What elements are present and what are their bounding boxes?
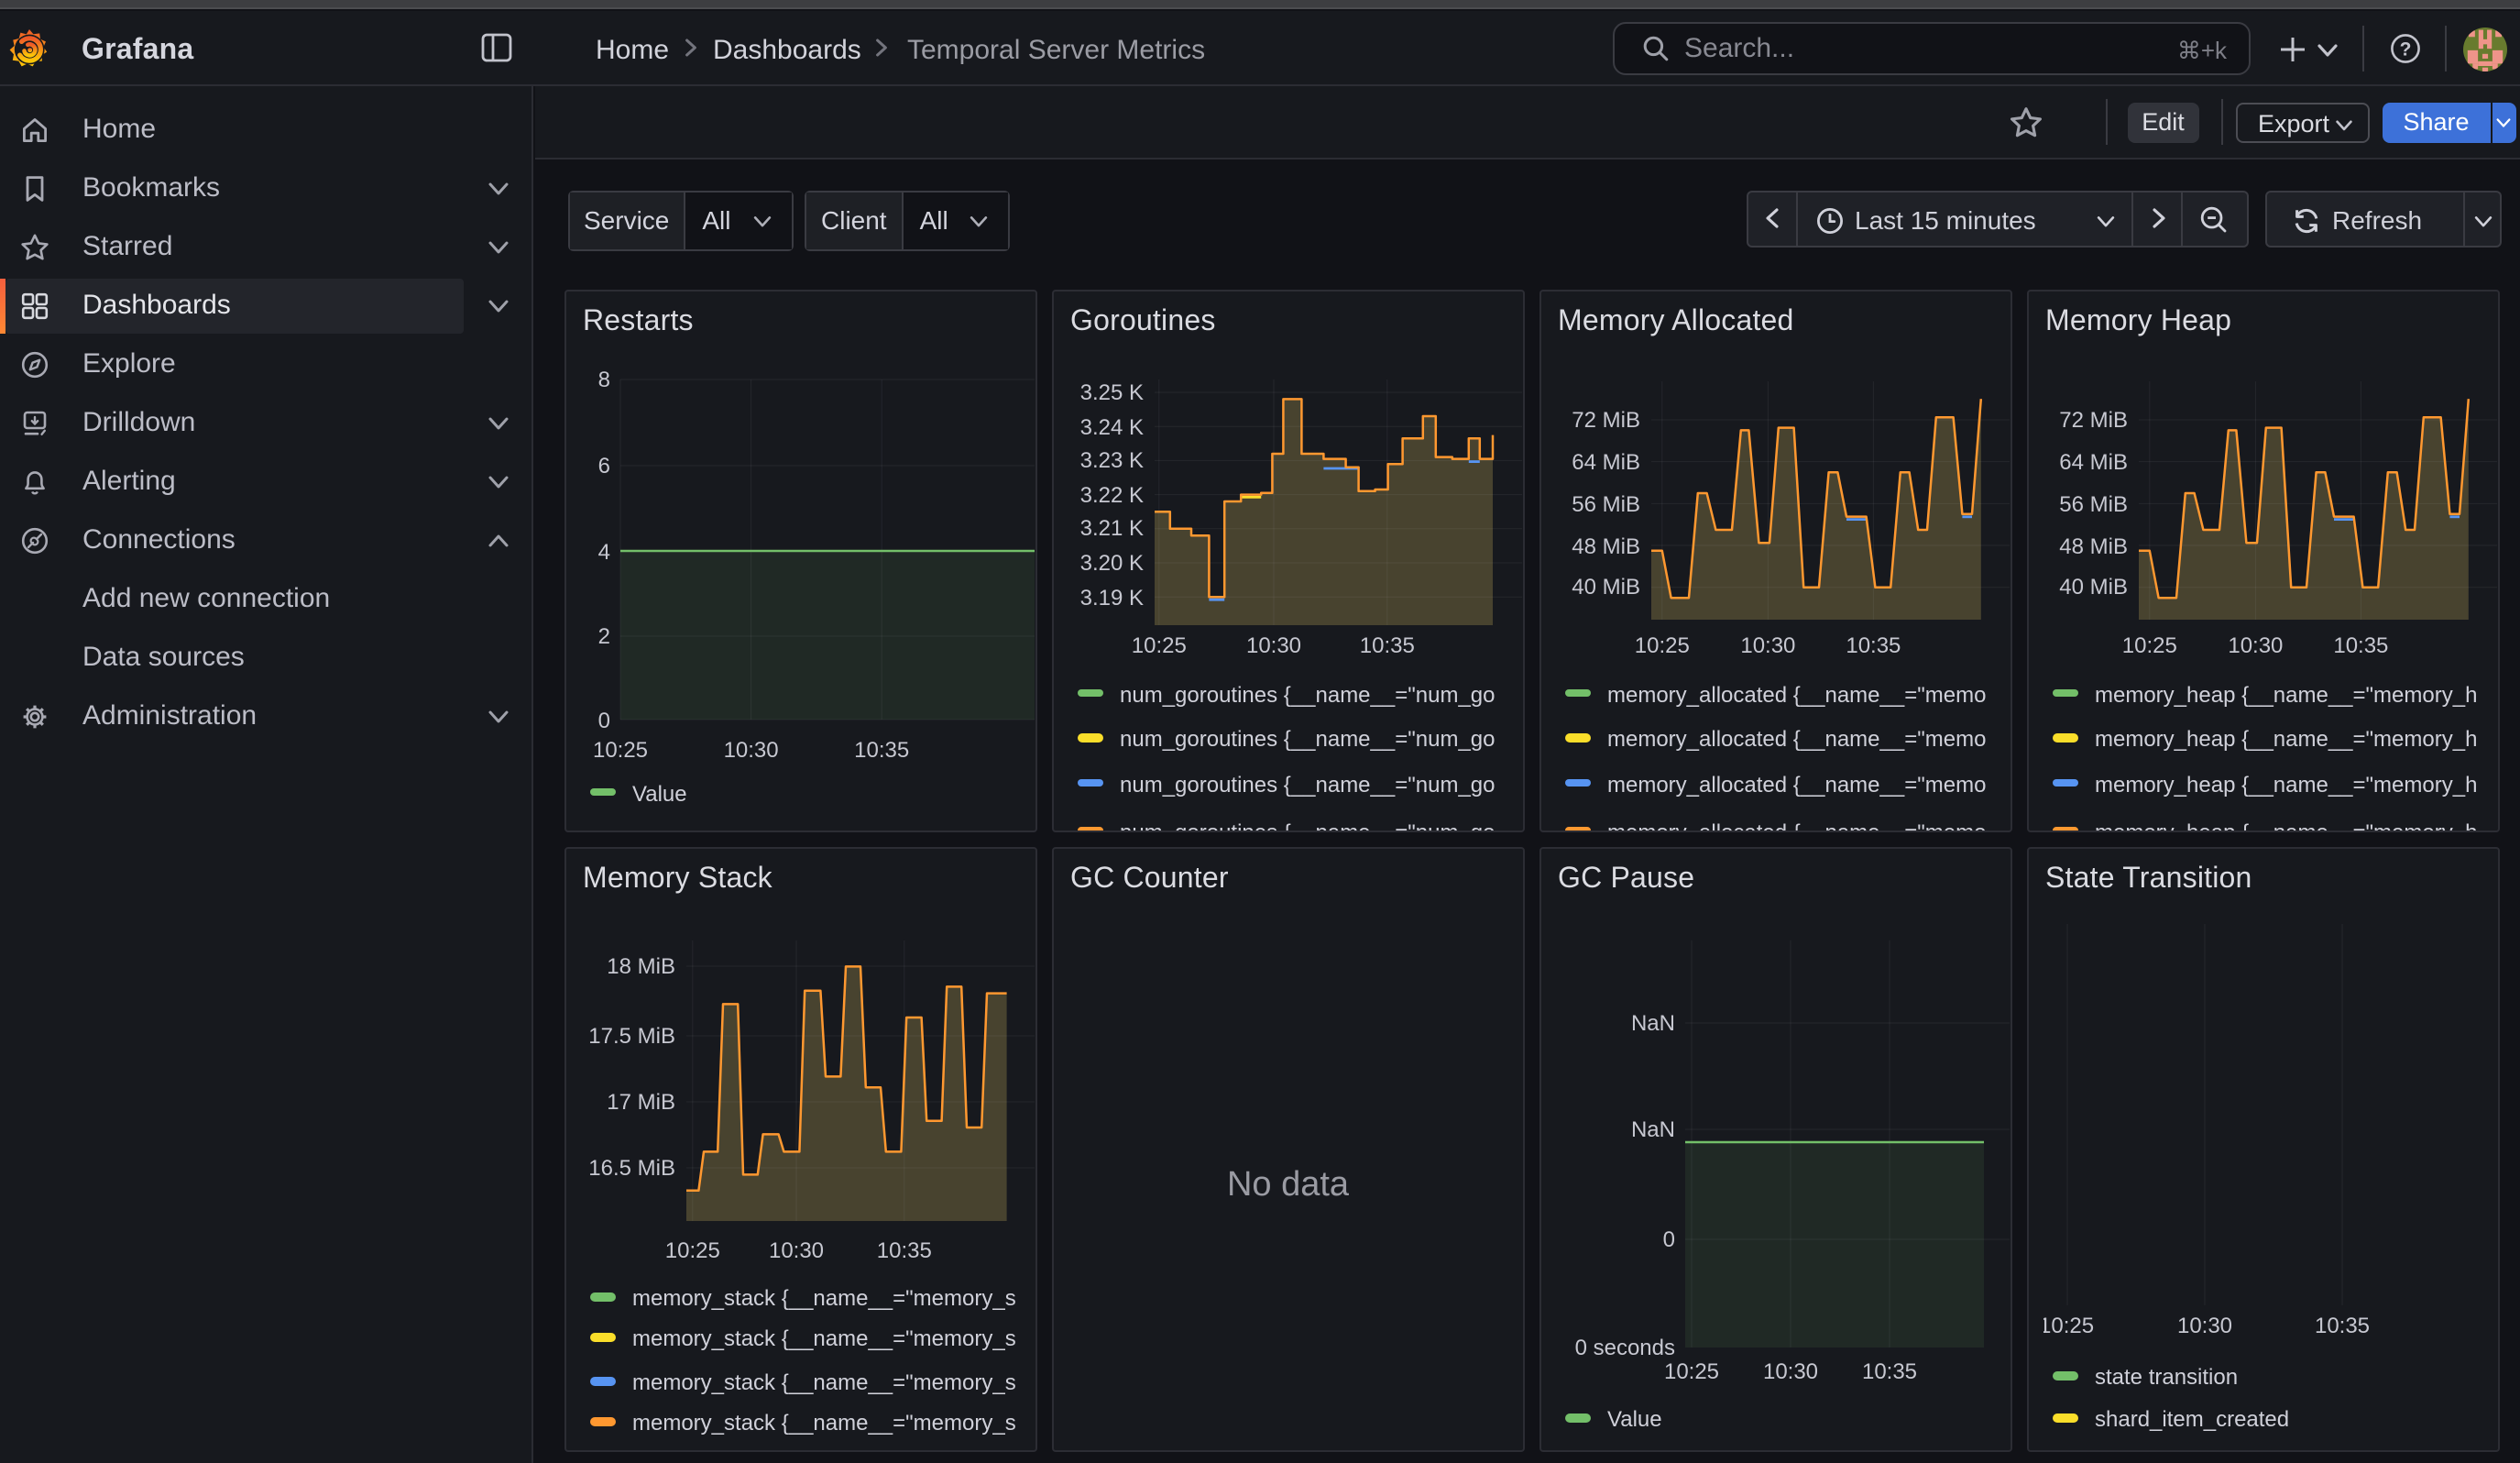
svg-text:?: ?	[2399, 38, 2411, 60]
